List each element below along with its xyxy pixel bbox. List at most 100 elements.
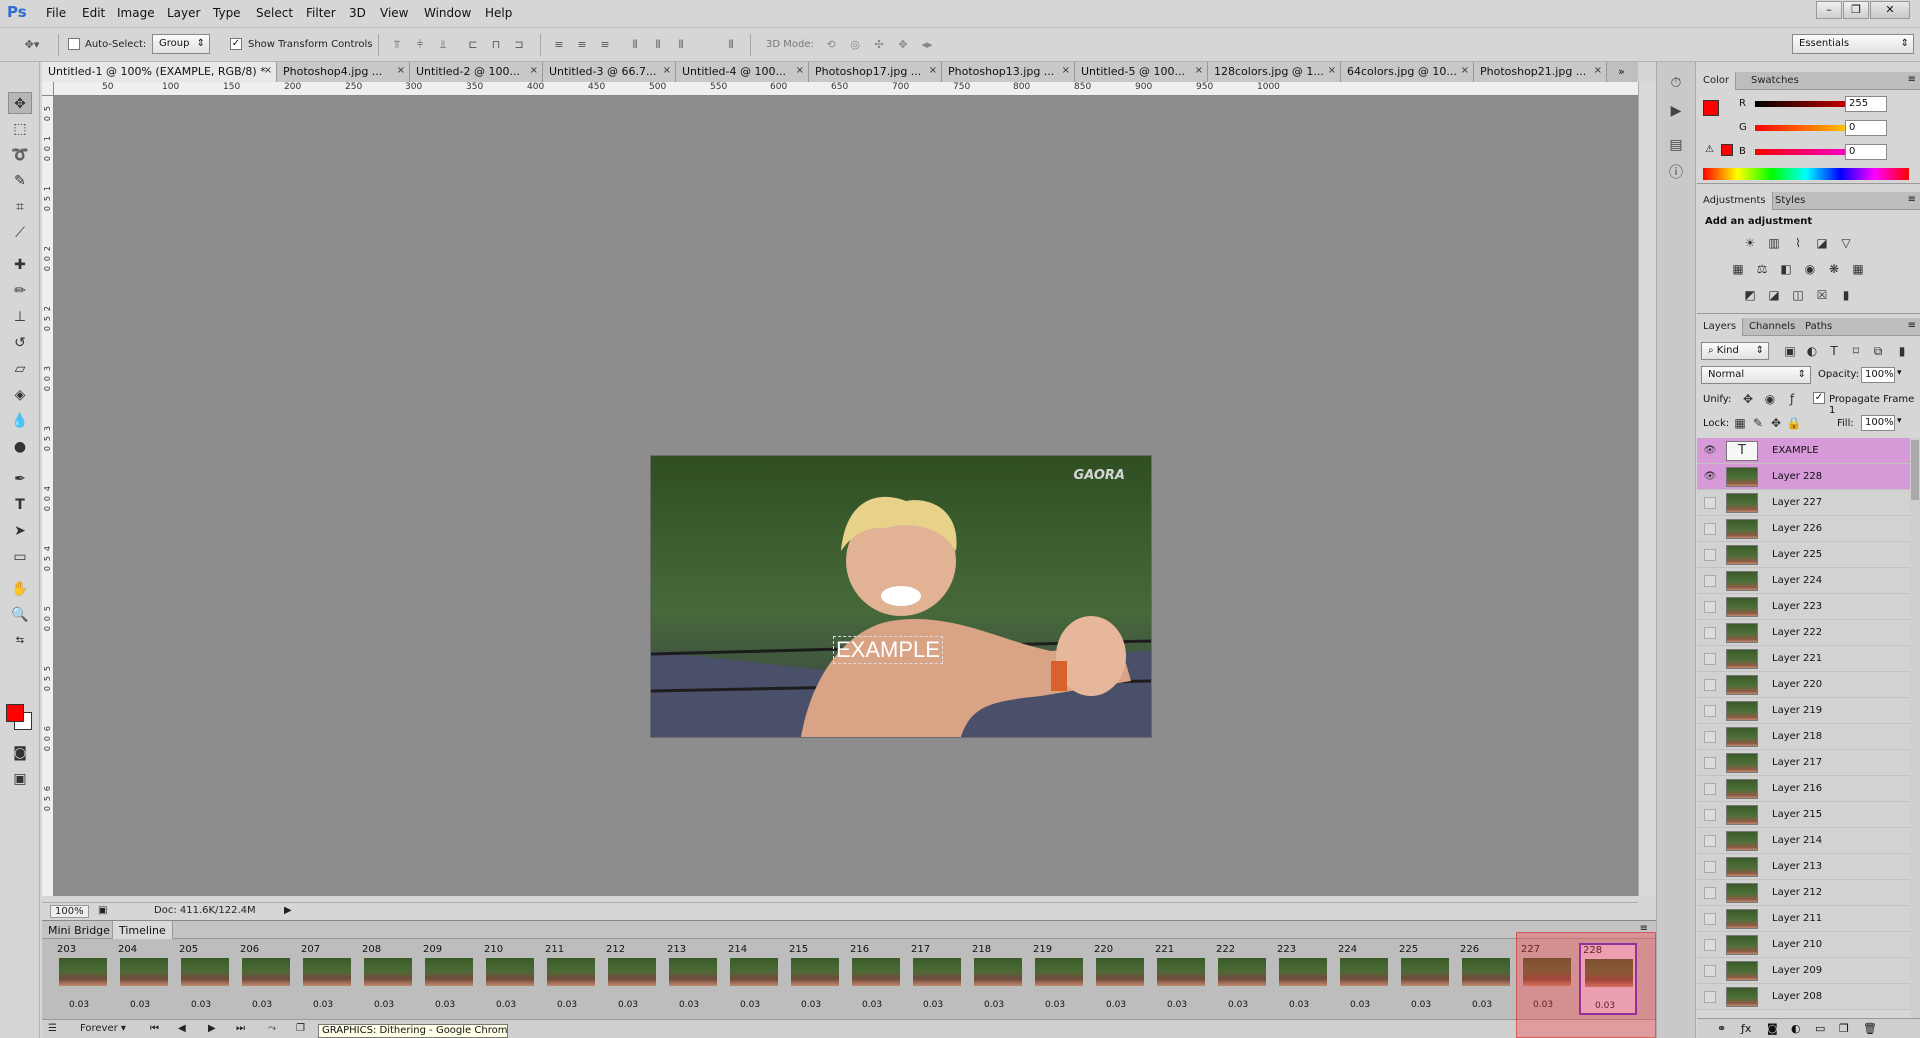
visibility-toggle[interactable] (1704, 939, 1716, 951)
timeline-frame[interactable]: 213 0.03 (664, 943, 722, 1015)
channel-mixer-icon[interactable]: ❋ (1825, 260, 1843, 278)
layer-style-icon[interactable]: ƒx (1741, 1022, 1751, 1035)
distribute-bottom-icon[interactable]: ≡ (598, 38, 612, 52)
pen-tool-icon[interactable]: ✒ (8, 468, 32, 490)
frame-delay[interactable]: 0.03 (313, 1000, 333, 1010)
screen-mode-icon[interactable]: ▣ (8, 768, 32, 790)
menu-window[interactable]: Window (424, 6, 471, 20)
menu-3d[interactable]: 3D (349, 6, 366, 20)
visibility-toggle[interactable] (1704, 601, 1716, 613)
align-hcenter-icon[interactable]: ⊓ (489, 38, 503, 52)
lock-all-icon[interactable]: 🔒 (1785, 414, 1803, 432)
layer-row[interactable]: 👁 Layer 228 (1697, 464, 1910, 490)
layer-row[interactable]: Layer 222 (1697, 620, 1910, 646)
previous-frame-icon[interactable]: ◀ (178, 1023, 186, 1034)
distribute-hcenter-icon[interactable]: ⦀ (651, 38, 665, 52)
timeline-frame[interactable]: 212 0.03 (603, 943, 661, 1015)
timeline-frame[interactable]: 211 0.03 (542, 943, 600, 1015)
frame-delay[interactable]: 0.03 (374, 1000, 394, 1010)
selective-color-icon[interactable]: ☒ (1813, 286, 1831, 304)
path-select-tool-icon[interactable]: ➤ (8, 520, 32, 542)
timeline-frame[interactable]: 220 0.03 (1091, 943, 1149, 1015)
posterize-icon[interactable]: ◪ (1765, 286, 1783, 304)
unify-style-icon[interactable]: ƒ (1783, 390, 1801, 408)
paint-bucket-tool-icon[interactable]: ◈ (8, 384, 32, 406)
duplicate-frame-icon[interactable]: ❐ (296, 1023, 305, 1034)
frame-delay[interactable]: 0.03 (435, 1000, 455, 1010)
frame-delay[interactable]: 0.03 (618, 1000, 638, 1010)
timeline-frame[interactable]: 228 0.03 (1579, 943, 1637, 1015)
distribute-top-icon[interactable]: ≡ (552, 38, 566, 52)
close-icon[interactable]: × (1328, 65, 1336, 76)
foreground-color-swatch[interactable] (6, 704, 24, 722)
hand-tool-icon[interactable]: ✋ (8, 578, 32, 600)
frame-delay[interactable]: 0.03 (801, 1000, 821, 1010)
visibility-toggle[interactable] (1704, 653, 1716, 665)
close-window-button[interactable]: ✕ (1870, 1, 1910, 19)
quick-select-tool-icon[interactable]: ✎ (8, 170, 32, 192)
align-left-icon[interactable]: ⊏ (466, 38, 480, 52)
visibility-toggle[interactable] (1704, 549, 1716, 561)
menu-type[interactable]: Type (213, 6, 241, 20)
curves-icon[interactable]: ⌇ (1789, 234, 1807, 252)
close-icon[interactable]: × (530, 65, 538, 76)
doc-tab-untitled-5[interactable]: Untitled-5 @ 100... × (1075, 62, 1208, 82)
frame-delay[interactable]: 0.03 (740, 1000, 760, 1010)
frame-delay[interactable]: 0.03 (984, 1000, 1004, 1010)
color-balance-icon[interactable]: ⚖ (1753, 260, 1771, 278)
panel-menu-icon[interactable]: ≡ (1908, 74, 1916, 85)
frame-delay[interactable]: 0.03 (557, 1000, 577, 1010)
frame-delay[interactable]: 0.03 (1228, 1000, 1248, 1010)
timeline-frame[interactable]: 208 0.03 (359, 943, 417, 1015)
black-white-icon[interactable]: ◧ (1777, 260, 1795, 278)
3d-scale-icon[interactable]: ◂▸ (920, 38, 934, 52)
lock-pixels-icon[interactable]: ✎ (1749, 414, 1767, 432)
timeline-frame[interactable]: 226 0.03 (1457, 943, 1515, 1015)
green-input[interactable]: 0 (1845, 120, 1887, 136)
align-bottom-icon[interactable]: ⫫ (436, 38, 450, 52)
gradient-map-icon[interactable]: ▮ (1837, 286, 1855, 304)
close-icon[interactable]: × (264, 65, 272, 76)
layer-row[interactable]: Layer 221 (1697, 646, 1910, 672)
frame-delay[interactable]: 0.03 (679, 1000, 699, 1010)
tab-channels[interactable]: Channels (1743, 318, 1801, 336)
loop-dropdown[interactable]: Forever ▾ (80, 1023, 126, 1034)
visibility-toggle[interactable] (1704, 575, 1716, 587)
frame-delay[interactable]: 0.03 (862, 1000, 882, 1010)
rectangle-tool-icon[interactable]: ▭ (8, 546, 32, 568)
lock-transparent-icon[interactable]: ▦ (1731, 414, 1749, 432)
blend-mode-dropdown[interactable]: Normal ⇕ (1701, 366, 1811, 384)
canvas-vertical-scrollbar[interactable] (1638, 82, 1656, 896)
vibrance-icon[interactable]: ▽ (1837, 234, 1855, 252)
timeline-frame[interactable]: 224 0.03 (1335, 943, 1393, 1015)
tab-paths[interactable]: Paths (1799, 318, 1838, 336)
tab-mini-bridge[interactable]: Mini Bridge (42, 921, 116, 939)
align-right-icon[interactable]: ⊐ (512, 38, 526, 52)
lock-position-icon[interactable]: ✥ (1767, 414, 1785, 432)
quick-mask-icon[interactable]: ◙ (8, 742, 32, 764)
layer-row[interactable]: Layer 216 (1697, 776, 1910, 802)
menu-file[interactable]: File (46, 6, 66, 20)
filter-smart-object-icon[interactable]: ⧉ (1869, 342, 1887, 360)
layer-row[interactable]: Layer 227 (1697, 490, 1910, 516)
layer-row[interactable]: Layer 209 (1697, 958, 1910, 984)
new-adjustment-icon[interactable]: ◐ (1791, 1022, 1801, 1035)
frame-delay[interactable]: 0.03 (252, 1000, 272, 1010)
move-tool-preset-icon[interactable]: ✥▾ (22, 38, 42, 52)
close-icon[interactable]: × (1195, 65, 1203, 76)
frame-delay[interactable]: 0.03 (1167, 1000, 1187, 1010)
doc-tab-128colors[interactable]: 128colors.jpg @ 1... × (1208, 62, 1341, 82)
fill-arrow-icon[interactable]: ▾ (1897, 416, 1902, 426)
close-icon[interactable]: × (663, 65, 671, 76)
frame-delay[interactable]: 0.03 (1289, 1000, 1309, 1010)
filter-adjustment-icon[interactable]: ◐ (1803, 342, 1821, 360)
document-image[interactable]: GAORA EXAMPLE (651, 456, 1151, 737)
layers-scrollbar-thumb[interactable] (1911, 440, 1919, 500)
layers-scrollbar[interactable] (1910, 438, 1920, 1018)
horizontal-ruler[interactable]: 50 100 150 200 250 300 350 400 450 500 5… (54, 82, 1638, 96)
visibility-toggle[interactable] (1704, 679, 1716, 691)
color-panel-fg-swatch[interactable] (1703, 100, 1719, 116)
layer-row[interactable]: Layer 223 (1697, 594, 1910, 620)
timeline-frame[interactable]: 216 0.03 (847, 943, 905, 1015)
visibility-toggle[interactable] (1704, 887, 1716, 899)
